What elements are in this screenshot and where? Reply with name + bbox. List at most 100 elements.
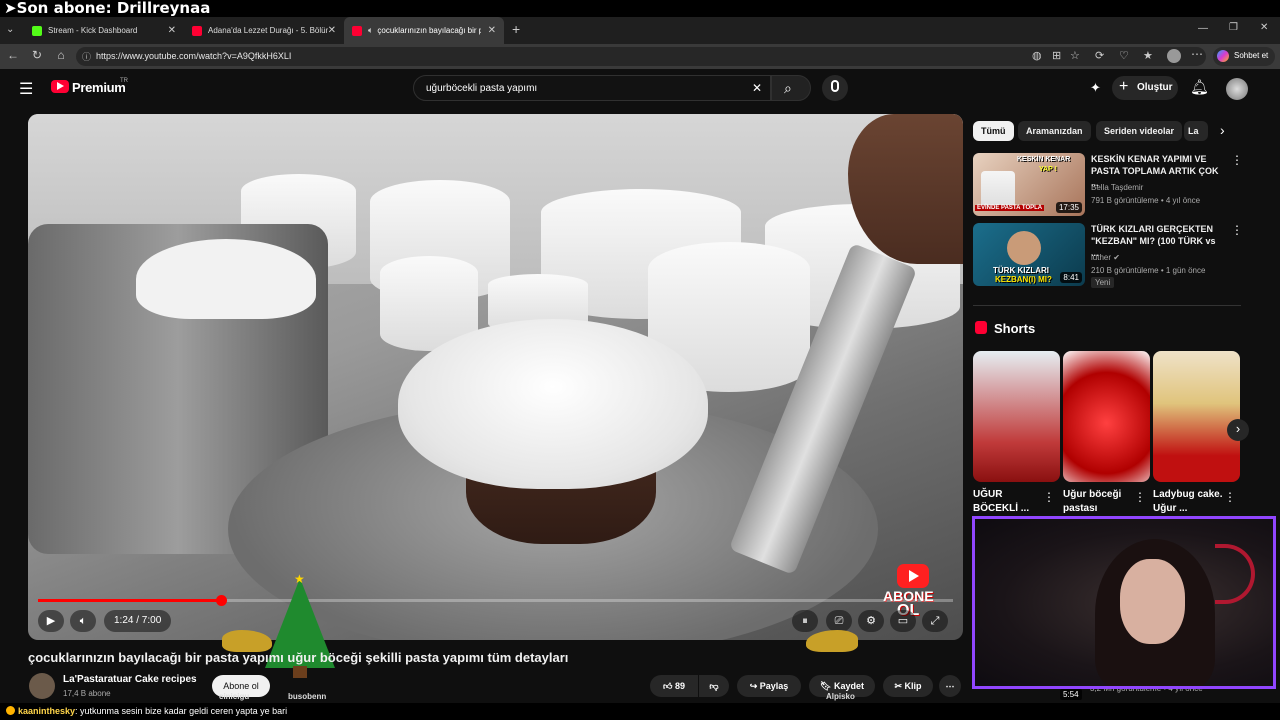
settings-gear-icon[interactable]: ⚙︎ xyxy=(858,610,884,632)
subtitles-icon[interactable]: ⎚ xyxy=(826,610,852,632)
more-vertical-icon[interactable]: ⋮ xyxy=(1224,490,1236,504)
search-input[interactable]: uğurböcekli pasta yapımı ✕ xyxy=(413,75,771,101)
chip-all[interactable]: Tümü xyxy=(973,121,1014,141)
chip-from-search[interactable]: Aramanızdan xyxy=(1018,121,1091,141)
site-info-icon[interactable]: ⓘ xyxy=(82,50,91,63)
time-display: 1:24 / 7:00 xyxy=(104,610,172,632)
share-button[interactable]: ↪ Paylaş xyxy=(737,675,801,697)
streamer-webcam-overlay xyxy=(972,516,1276,689)
voice-search-button[interactable] xyxy=(822,75,848,101)
divider xyxy=(973,305,1241,306)
tab-adana-video[interactable]: Adana'da Lezzet Durağı - 5. Bölüm ✕ xyxy=(184,17,344,44)
favorites-icon[interactable]: ★ xyxy=(1143,49,1153,62)
minimize-icon[interactable]: — xyxy=(1198,23,1208,34)
chip-from-series[interactable]: Seriden videolar xyxy=(1096,121,1183,141)
thumbs-up-icon: 👍︎ xyxy=(663,681,673,691)
progress-scrubber[interactable] xyxy=(216,595,227,606)
recommended-video[interactable]: TÜRK KIZLARI KEZBAN(I) MI? 8:41 TÜRK KIZ… xyxy=(973,223,1253,293)
channel-avatar[interactable] xyxy=(29,673,55,699)
close-tab-icon[interactable]: ✕ xyxy=(488,25,496,36)
shield-icon[interactable]: ♡ xyxy=(1119,49,1129,62)
more-actions-button[interactable]: ⋯ xyxy=(939,675,961,697)
tab-title: Stream - Kick Dashboard xyxy=(48,26,138,35)
thumb-caption: EVİNDE PASTA TOPLA xyxy=(975,205,1045,211)
overlay-name-label: cinicigu xyxy=(219,692,250,701)
copilot-button[interactable]: Sohbet et xyxy=(1213,47,1275,66)
youtube-logo-icon[interactable] xyxy=(51,80,69,93)
theater-mode-icon[interactable]: ▭ xyxy=(890,610,916,632)
overlay-name-label: busobenn xyxy=(288,692,327,701)
video-title: çocuklarınızın bayılacağı bir pasta yapı… xyxy=(28,650,569,665)
reload-icon[interactable]: ↻ xyxy=(29,48,45,62)
short-title[interactable]: UĞUR BÖCEKLİ ... xyxy=(973,488,1043,516)
youtube-header: ☰ Premium TR uğurböcekli pasta yapımı ✕ … xyxy=(0,69,1280,109)
close-window-icon[interactable]: ✕ xyxy=(1260,22,1268,33)
cast-icon[interactable]: ✦ xyxy=(1090,80,1101,96)
tab-kick-dashboard[interactable]: Stream - Kick Dashboard ✕ xyxy=(24,17,184,44)
short-title[interactable]: Uğur böceği pastası xyxy=(1063,488,1133,516)
clear-search-icon[interactable]: ✕ xyxy=(752,81,762,95)
autoplay-toggle[interactable]: ⏸︎ xyxy=(792,610,818,632)
star-icon: ★ xyxy=(294,572,305,586)
notifications-bell-icon[interactable]: 🔔︎ xyxy=(1190,78,1209,96)
cream-in-pot xyxy=(136,239,316,319)
search-query-text: uğurböcekli pasta yapımı xyxy=(426,83,538,94)
chip-truncated[interactable]: La xyxy=(1184,121,1208,141)
url-field[interactable]: ⓘ https://www.youtube.com/watch?v=A9Qfkk… xyxy=(76,47,1206,66)
tab-current-video[interactable]: 🔈︎ çocuklarınızın bayılacağı bir pasta ✕ xyxy=(344,17,504,44)
thumb-caption: TÜRK KIZLARI xyxy=(993,266,1049,275)
close-tab-icon[interactable]: ✕ xyxy=(328,25,336,36)
translate-icon[interactable]: ◍ xyxy=(1032,49,1042,62)
extensions-icon[interactable]: ⟳ xyxy=(1095,49,1104,62)
new-tab-icon[interactable]: + xyxy=(512,21,520,37)
progress-bar[interactable] xyxy=(38,595,953,606)
more-vertical-icon[interactable]: ⋮ xyxy=(1043,490,1055,504)
short-thumbnail[interactable] xyxy=(973,351,1060,482)
chips-next-chevron-icon[interactable]: › xyxy=(1220,122,1225,138)
more-vertical-icon[interactable]: ⋮ xyxy=(1231,223,1243,237)
profile-avatar[interactable] xyxy=(1167,49,1181,63)
thumb-face xyxy=(1007,231,1041,265)
back-icon[interactable]: ← xyxy=(5,48,21,62)
verified-badge-icon: ✔︎ xyxy=(1113,253,1120,262)
short-title[interactable]: Ladybug cake. Uğur ... xyxy=(1153,488,1223,516)
play-button[interactable]: ▶ xyxy=(38,610,64,632)
channel-name[interactable]: Bella Taşdemir xyxy=(1091,183,1143,192)
stream-chat-bar: kaaninthesky: yutkunma sesin bize kadar … xyxy=(0,703,1280,720)
video-player[interactable]: ABONE OL ▶ 🔈︎ 1:24 / 7:00 ⏸︎ ⎚ ⚙︎ ▭ ⤢ xyxy=(28,114,963,640)
copilot-icon xyxy=(1217,50,1229,62)
video-thumbnail[interactable]: TÜRK KIZLARI KEZBAN(I) MI? 8:41 xyxy=(973,223,1085,286)
more-vertical-icon[interactable]: ⋮ xyxy=(1231,153,1243,167)
video-thumbnail[interactable]: KESKİN KENAR YAP ! EVİNDE PASTA TOPLA 17… xyxy=(973,153,1085,216)
copilot-label: Sohbet et xyxy=(1234,51,1269,60)
hamburger-menu-icon[interactable]: ☰ xyxy=(19,79,33,99)
progress-played xyxy=(38,599,221,602)
home-icon[interactable]: ⌂ xyxy=(53,48,69,62)
close-tab-icon[interactable]: ✕ xyxy=(168,25,176,36)
tab-list-chevron-icon[interactable]: ⌄ xyxy=(6,24,14,35)
shorts-next-chevron-icon[interactable]: › xyxy=(1227,419,1249,441)
recommended-video[interactable]: KESKİN KENAR YAP ! EVİNDE PASTA TOPLA 17… xyxy=(973,153,1253,217)
short-thumbnail[interactable] xyxy=(1063,351,1150,482)
like-count: 89 xyxy=(674,681,685,691)
more-options-icon[interactable]: ⋯ xyxy=(1191,47,1203,61)
microphone-icon xyxy=(831,80,839,92)
account-avatar[interactable] xyxy=(1226,78,1248,100)
favorite-star-icon[interactable]: ☆ xyxy=(1070,49,1080,62)
create-button[interactable]: + Oluştur xyxy=(1112,76,1178,100)
channel-name[interactable]: La'Pastaratuar Cake recipes xyxy=(63,674,197,685)
like-button[interactable]: 👍︎ 89 xyxy=(650,675,698,697)
shorts-icon xyxy=(975,321,987,334)
video-meta: 791 B görüntüleme • 4 yıl önce xyxy=(1091,196,1201,205)
volume-icon[interactable]: 🔈︎ xyxy=(70,610,96,632)
clip-button[interactable]: ✂ Klip xyxy=(883,675,933,697)
short-thumbnail[interactable] xyxy=(1153,351,1240,482)
fullscreen-icon[interactable]: ⤢ xyxy=(922,610,948,632)
more-vertical-icon[interactable]: ⋮ xyxy=(1134,490,1146,504)
apps-icon[interactable]: ⊞ xyxy=(1052,49,1061,62)
dislike-button[interactable]: 👎︎ xyxy=(699,675,729,697)
channel-name[interactable]: luther ✔︎ xyxy=(1091,253,1120,262)
search-button[interactable]: ⌕ xyxy=(771,75,811,101)
shorts-heading: Shorts xyxy=(994,321,1036,336)
restore-icon[interactable]: ❐ xyxy=(1229,22,1238,33)
